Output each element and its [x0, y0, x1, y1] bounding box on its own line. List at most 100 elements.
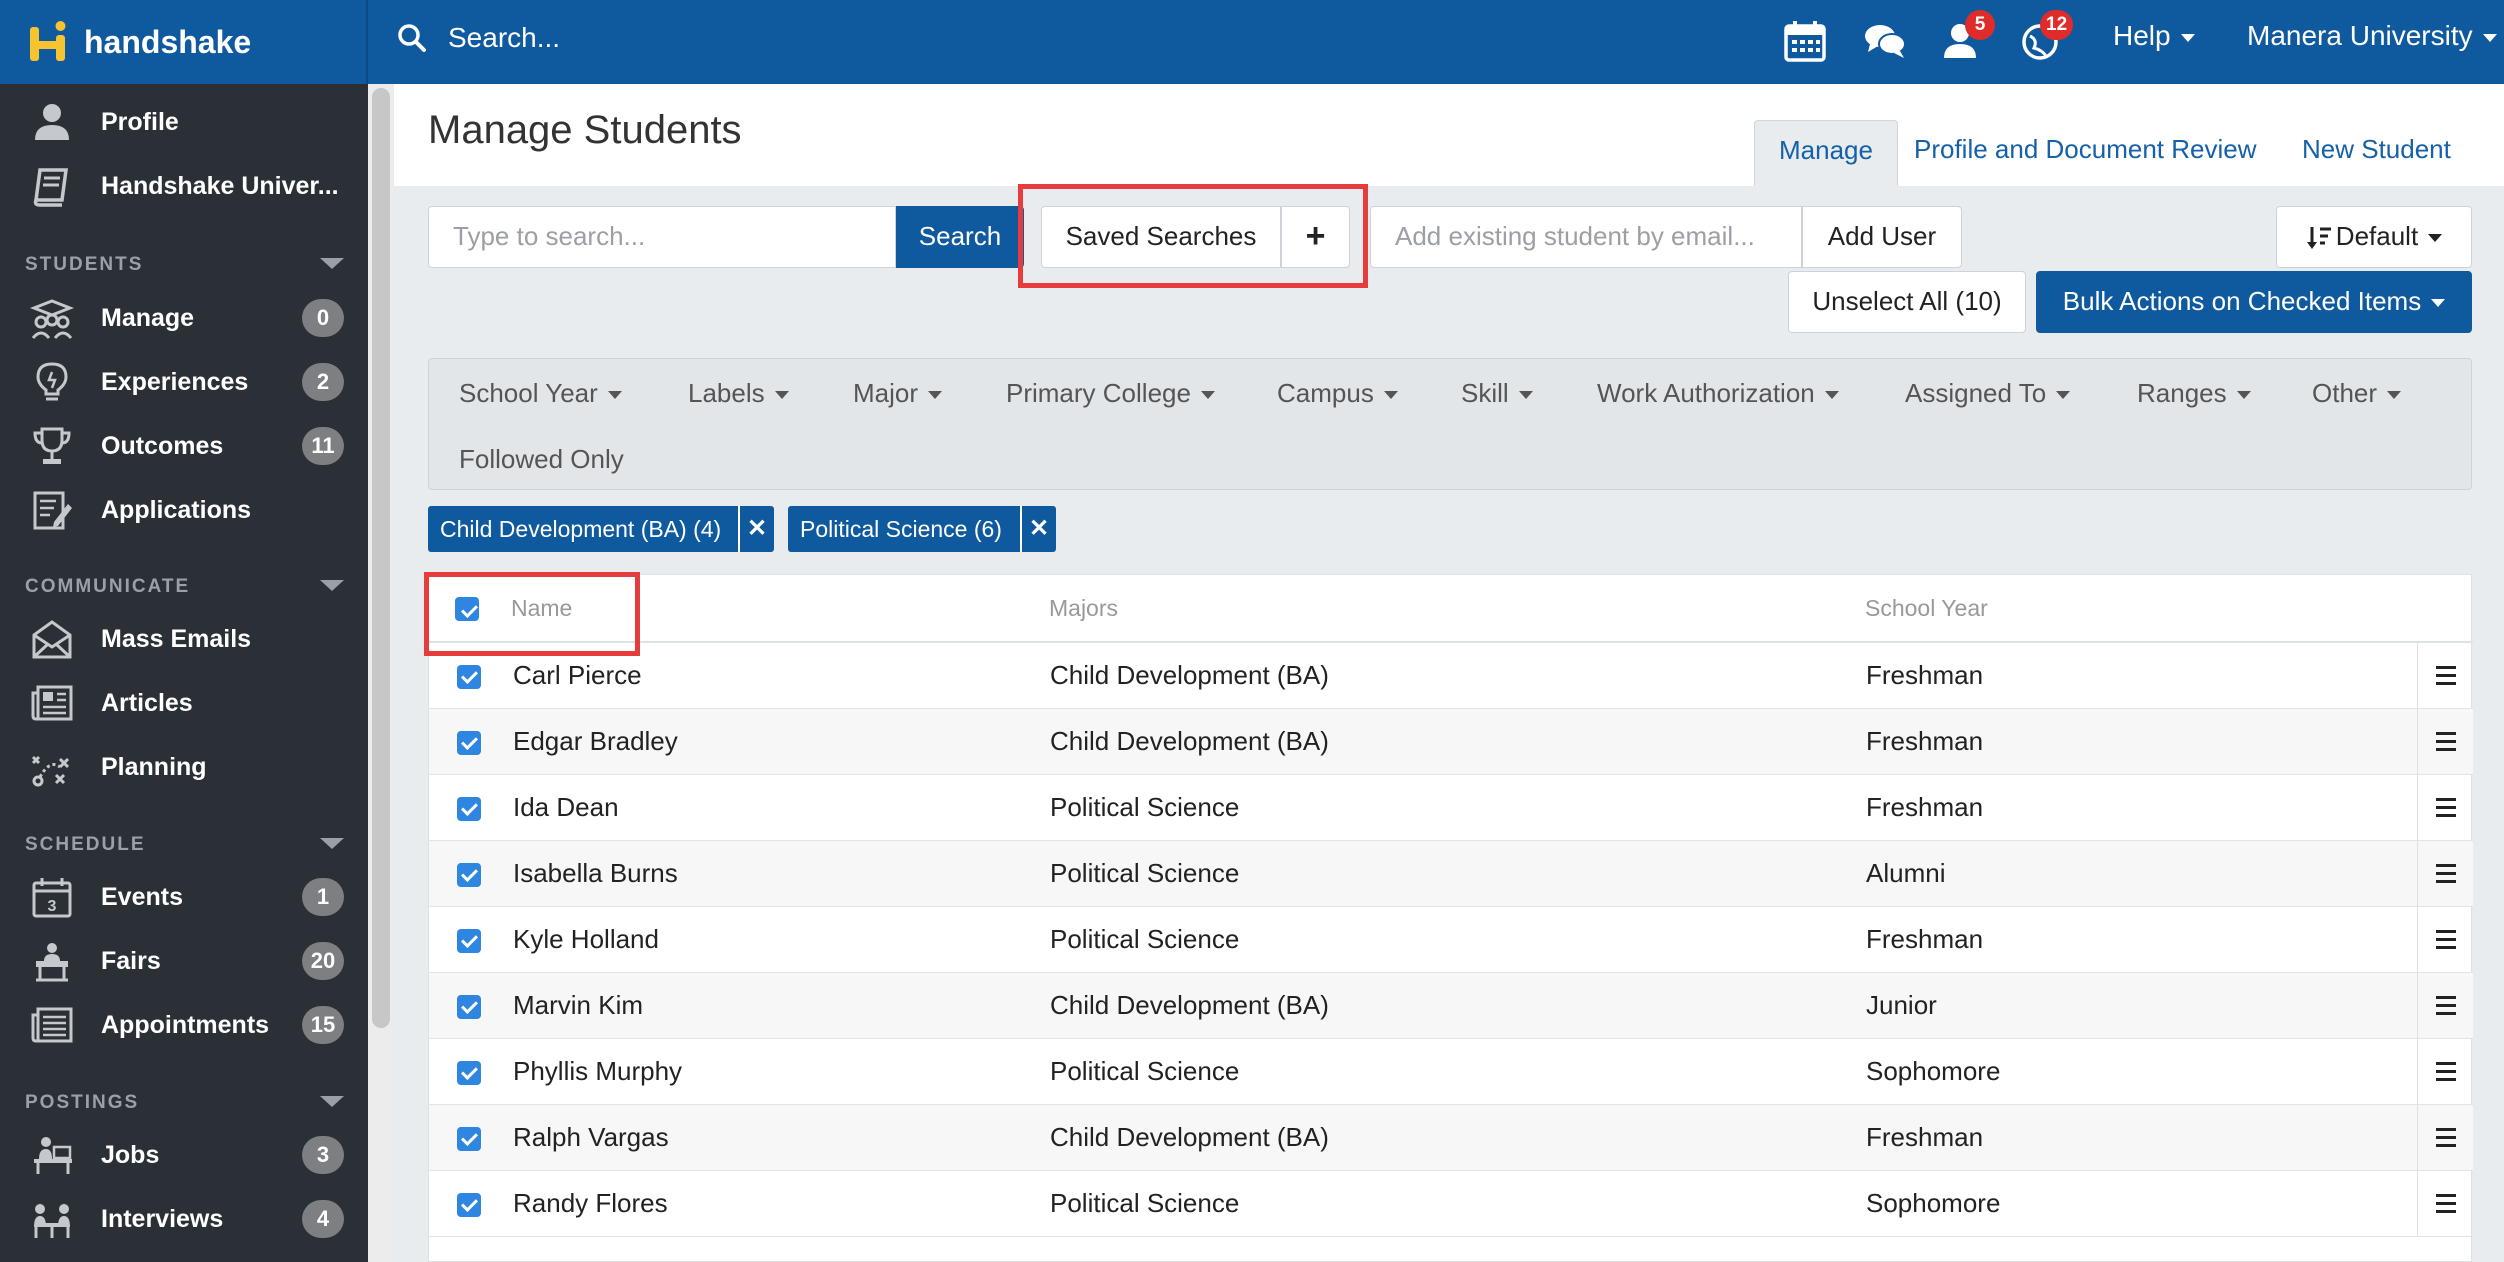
row-checkbox[interactable]: [457, 995, 481, 1019]
remove-filter-icon[interactable]: ✕: [738, 506, 774, 552]
filter-ranges[interactable]: Ranges: [2137, 378, 2251, 409]
table-row[interactable]: Ralph Vargas Child Development (BA) Freshm…: [429, 1105, 2473, 1171]
filter-campus[interactable]: Campus: [1277, 378, 1398, 409]
student-name[interactable]: Ida Dean: [513, 792, 619, 823]
sidebar-item-appointments[interactable]: Appointments 15: [0, 997, 368, 1053]
help-menu[interactable]: Help: [2113, 20, 2195, 52]
sidebar-item-interviews[interactable]: Interviews 4: [0, 1191, 368, 1247]
table-row[interactable]: Edgar Bradley Child Development (BA) Fresh…: [429, 709, 2473, 775]
table-row[interactable]: Marvin Kim Child Development (BA) Junior: [429, 973, 2473, 1039]
row-menu-icon[interactable]: [2417, 973, 2473, 1039]
row-checkbox[interactable]: [457, 929, 481, 953]
row-menu-icon[interactable]: [2417, 775, 2473, 841]
bulk-actions-button[interactable]: Bulk Actions on Checked Items: [2036, 271, 2472, 333]
brand-logo-link[interactable]: handshake: [0, 0, 368, 84]
sidebar-item-applications[interactable]: Applications: [0, 482, 368, 538]
filter-label: Primary College: [1006, 378, 1191, 408]
row-menu-icon[interactable]: [2417, 907, 2473, 973]
filter-skill[interactable]: Skill: [1461, 378, 1533, 409]
search-button[interactable]: Search: [896, 206, 1024, 268]
appointment-book-icon: [31, 1007, 73, 1043]
sidebar-item-manage[interactable]: Manage 0: [0, 290, 368, 346]
tab-manage[interactable]: Manage: [1754, 120, 1898, 186]
tab-new-student[interactable]: New Student: [2278, 120, 2475, 186]
add-student-email-input[interactable]: Add existing student by email...: [1370, 206, 1802, 268]
add-user-button[interactable]: Add User: [1802, 206, 1962, 268]
chevron-down-icon[interactable]: [320, 1096, 344, 1107]
sidebar-item-events[interactable]: 3 Events 1: [0, 869, 368, 925]
student-name[interactable]: Phyllis Murphy: [513, 1056, 682, 1087]
student-name[interactable]: Carl Pierce: [513, 660, 642, 691]
student-name[interactable]: Isabella Burns: [513, 858, 678, 889]
filter-primary-college[interactable]: Primary College: [1006, 378, 1215, 409]
row-checkbox[interactable]: [457, 863, 481, 887]
row-checkbox[interactable]: [457, 665, 481, 689]
chevron-down-icon[interactable]: [320, 258, 344, 269]
calendar-icon[interactable]: [1782, 18, 1828, 64]
remove-filter-icon[interactable]: ✕: [1020, 506, 1056, 552]
table-row[interactable]: Phyllis Murphy Political Science Sophomore: [429, 1039, 2473, 1105]
unselect-all-button[interactable]: Unselect All (10): [1788, 271, 2026, 333]
notifications-badge: 5: [1965, 10, 1995, 40]
student-name[interactable]: Kyle Holland: [513, 924, 659, 955]
filter-school-year[interactable]: School Year: [459, 378, 622, 409]
row-menu-icon[interactable]: [2417, 841, 2473, 907]
row-checkbox[interactable]: [457, 797, 481, 821]
row-menu-icon[interactable]: [2417, 643, 2473, 709]
filter-major[interactable]: Major: [853, 378, 943, 409]
sidebar-scrollbar[interactable]: [372, 88, 390, 1028]
filter-assigned-to[interactable]: Assigned To: [1905, 378, 2071, 409]
sidebar-item-planning[interactable]: Planning: [0, 739, 368, 795]
table-row[interactable]: Randy Flores Political Science Sophomore: [429, 1171, 2473, 1237]
chat-icon[interactable]: [1862, 18, 1908, 64]
tab-profile-document-review[interactable]: Profile and Document Review: [1890, 120, 2281, 186]
row-menu-icon[interactable]: [2417, 1105, 2473, 1171]
sidebar-item-profile[interactable]: Profile: [0, 94, 368, 150]
sidebar-item-mass-emails[interactable]: Mass Emails: [0, 611, 368, 667]
interview-icon: [34, 1204, 70, 1238]
row-menu-icon[interactable]: [2417, 1039, 2473, 1105]
student-name[interactable]: Marvin Kim: [513, 990, 643, 1021]
student-year: Freshman: [1866, 660, 1984, 690]
filter-work-authorization[interactable]: Work Authorization: [1597, 378, 1839, 409]
sidebar-item-label: Articles: [101, 688, 193, 717]
chevron-down-icon: [1200, 391, 1215, 400]
sidebar-item-articles[interactable]: Articles: [0, 675, 368, 731]
row-checkbox[interactable]: [457, 1193, 481, 1217]
student-name[interactable]: Edgar Bradley: [513, 726, 678, 757]
add-saved-search-button[interactable]: +: [1281, 206, 1350, 268]
chevron-down-icon[interactable]: [320, 838, 344, 849]
filter-followed-only[interactable]: Followed Only: [459, 444, 624, 475]
user-icon: [35, 104, 69, 140]
chip-label: Child Development (BA) (4): [440, 516, 722, 542]
global-search[interactable]: Search...: [396, 22, 560, 54]
sidebar-item-experiences[interactable]: Experiences 2: [0, 354, 368, 410]
table-row[interactable]: Carl Pierce Child Development (BA) Freshma…: [429, 643, 2473, 709]
sidebar-section-schedule: SCHEDULE: [25, 834, 146, 855]
column-header-school-year[interactable]: School Year: [1865, 595, 1988, 622]
student-name[interactable]: Ralph Vargas: [513, 1122, 669, 1153]
saved-searches-button[interactable]: Saved Searches: [1041, 206, 1281, 268]
sidebar-item-university[interactable]: Handshake Univer...: [0, 158, 368, 214]
sidebar-item-jobs[interactable]: Jobs 3: [0, 1127, 368, 1183]
student-year: Freshman: [1866, 924, 1984, 954]
table-row[interactable]: Kyle Holland Political Science Freshman: [429, 907, 2473, 973]
table-row[interactable]: Ida Dean Political Science Freshman: [429, 775, 2473, 841]
student-search-input[interactable]: Type to search...: [428, 206, 896, 268]
sidebar-item-fairs[interactable]: Fairs 20: [0, 933, 368, 989]
student-name[interactable]: Randy Flores: [513, 1188, 668, 1219]
sort-dropdown[interactable]: Default: [2276, 206, 2472, 268]
filter-labels[interactable]: Labels: [688, 378, 789, 409]
row-menu-icon[interactable]: [2417, 709, 2473, 775]
column-header-majors[interactable]: Majors: [1049, 595, 1118, 622]
sidebar-item-outcomes[interactable]: Outcomes 11: [0, 418, 368, 474]
row-menu-icon[interactable]: [2417, 1171, 2473, 1237]
row-checkbox[interactable]: [457, 1127, 481, 1151]
sidebar-item-label: Interviews: [101, 1204, 224, 1233]
chevron-down-icon[interactable]: [320, 580, 344, 591]
row-checkbox[interactable]: [457, 731, 481, 755]
row-checkbox[interactable]: [457, 1061, 481, 1085]
filter-other[interactable]: Other: [2312, 378, 2402, 409]
account-menu[interactable]: Manera University: [2247, 20, 2497, 52]
table-row[interactable]: Isabella Burns Political Science Alumni: [429, 841, 2473, 907]
